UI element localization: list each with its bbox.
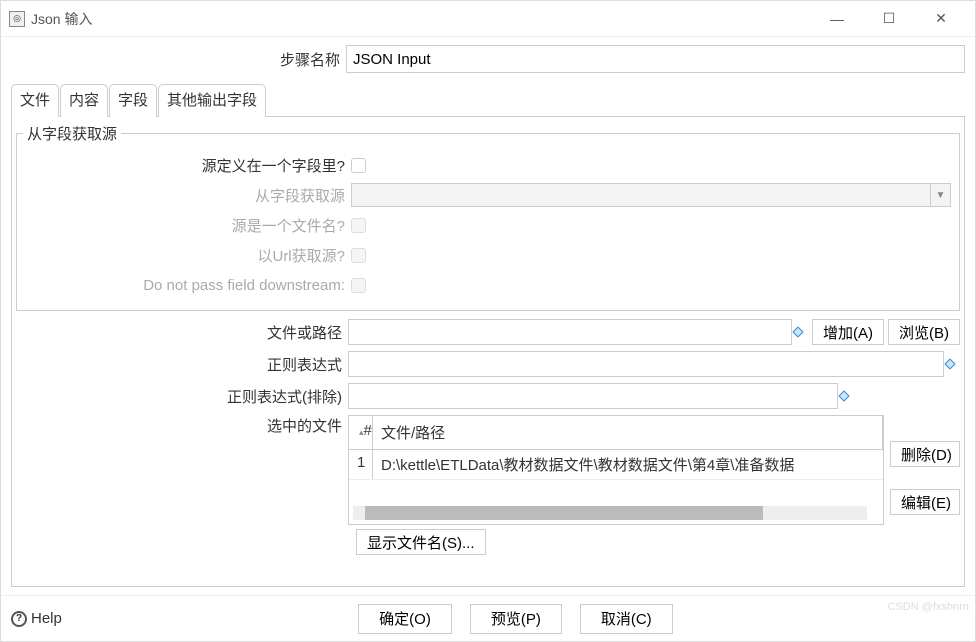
browse-button[interactable]: 浏览(B)	[888, 319, 960, 345]
read-url-label: 以Url获取源?	[23, 245, 351, 266]
regex-exclude-label: 正则表达式(排除)	[16, 386, 348, 407]
chevron-down-icon: ▼	[930, 184, 950, 206]
window-controls: — ☐ ✕	[811, 1, 967, 37]
regex-label: 正则表达式	[16, 354, 348, 375]
tab-bar: 文件 内容 字段 其他输出字段	[11, 83, 965, 117]
defined-in-field-label: 源定义在一个字段里?	[23, 155, 351, 176]
variable-icon	[792, 326, 803, 337]
col-path-header: 文件/路径	[373, 416, 883, 449]
app-icon: ◎	[9, 11, 25, 27]
scrollbar-thumb[interactable]	[365, 506, 763, 520]
table-row[interactable]: 1 D:\kettle\ETLData\教材数据文件\教材数据文件\第4章\准备…	[349, 450, 883, 480]
row-number: 1	[349, 450, 373, 479]
source-group-legend: 从字段获取源	[23, 123, 121, 144]
help-link[interactable]: ? Help	[11, 610, 62, 627]
file-path-input[interactable]	[348, 319, 792, 345]
window-title: Json 输入	[31, 9, 811, 29]
help-label: Help	[31, 610, 62, 627]
edit-button[interactable]: 编辑(E)	[890, 489, 960, 515]
tab-panel-file: 从字段获取源 源定义在一个字段里? 从字段获取源 ▼ 源是一个文件名? 以Url	[11, 117, 965, 587]
regex-input[interactable]	[348, 351, 944, 377]
close-button[interactable]: ✕	[915, 1, 967, 37]
add-button[interactable]: 增加(A)	[812, 319, 884, 345]
tab-file[interactable]: 文件	[11, 84, 59, 117]
get-from-field-dropdown[interactable]: ▼	[351, 183, 951, 207]
tab-content[interactable]: 内容	[60, 84, 108, 117]
variable-icon	[944, 358, 955, 369]
source-from-field-group: 从字段获取源 源定义在一个字段里? 从字段获取源 ▼ 源是一个文件名? 以Url	[16, 123, 960, 311]
cancel-button[interactable]: 取消(C)	[580, 604, 673, 634]
maximize-button[interactable]: ☐	[863, 1, 915, 37]
horizontal-scrollbar[interactable]	[353, 506, 867, 520]
read-url-checkbox[interactable]	[351, 248, 366, 263]
no-pass-checkbox[interactable]	[351, 278, 366, 293]
ok-button[interactable]: 确定(O)	[358, 604, 452, 634]
selected-files-table[interactable]: ▴# 文件/路径 1 D:\kettle\ETLData\教材数据文件\教材数据…	[348, 415, 884, 525]
tab-fields[interactable]: 字段	[109, 84, 157, 117]
help-icon: ?	[11, 611, 27, 627]
step-name-label: 步骤名称	[11, 49, 346, 70]
is-filename-checkbox[interactable]	[351, 218, 366, 233]
defined-in-field-checkbox[interactable]	[351, 158, 366, 173]
col-number-header: ▴#	[349, 416, 373, 449]
regex-exclude-input[interactable]	[348, 383, 838, 409]
tab-other-output[interactable]: 其他输出字段	[158, 84, 266, 117]
minimize-button[interactable]: —	[811, 1, 863, 37]
no-pass-label: Do not pass field downstream:	[23, 277, 351, 294]
titlebar: ◎ Json 输入 — ☐ ✕	[1, 1, 975, 37]
show-filenames-button[interactable]: 显示文件名(S)...	[356, 529, 486, 555]
file-path-label: 文件或路径	[16, 322, 348, 343]
step-name-input[interactable]	[346, 45, 965, 73]
selected-files-label: 选中的文件	[16, 415, 348, 436]
variable-icon	[838, 390, 849, 401]
get-from-field-label: 从字段获取源	[23, 185, 351, 206]
preview-button[interactable]: 预览(P)	[470, 604, 562, 634]
json-input-dialog: ◎ Json 输入 — ☐ ✕ 步骤名称 文件 内容 字段 其他输出字段 从字段…	[0, 0, 976, 642]
delete-button[interactable]: 删除(D)	[890, 441, 960, 467]
step-name-row: 步骤名称	[11, 45, 965, 73]
is-filename-label: 源是一个文件名?	[23, 215, 351, 236]
dialog-content: 步骤名称 文件 内容 字段 其他输出字段 从字段获取源 源定义在一个字段里? 从…	[1, 37, 975, 595]
row-path: D:\kettle\ETLData\教材数据文件\教材数据文件\第4章\准备数据	[373, 450, 883, 479]
dialog-footer: ? Help 确定(O) 预览(P) 取消(C)	[1, 595, 975, 641]
